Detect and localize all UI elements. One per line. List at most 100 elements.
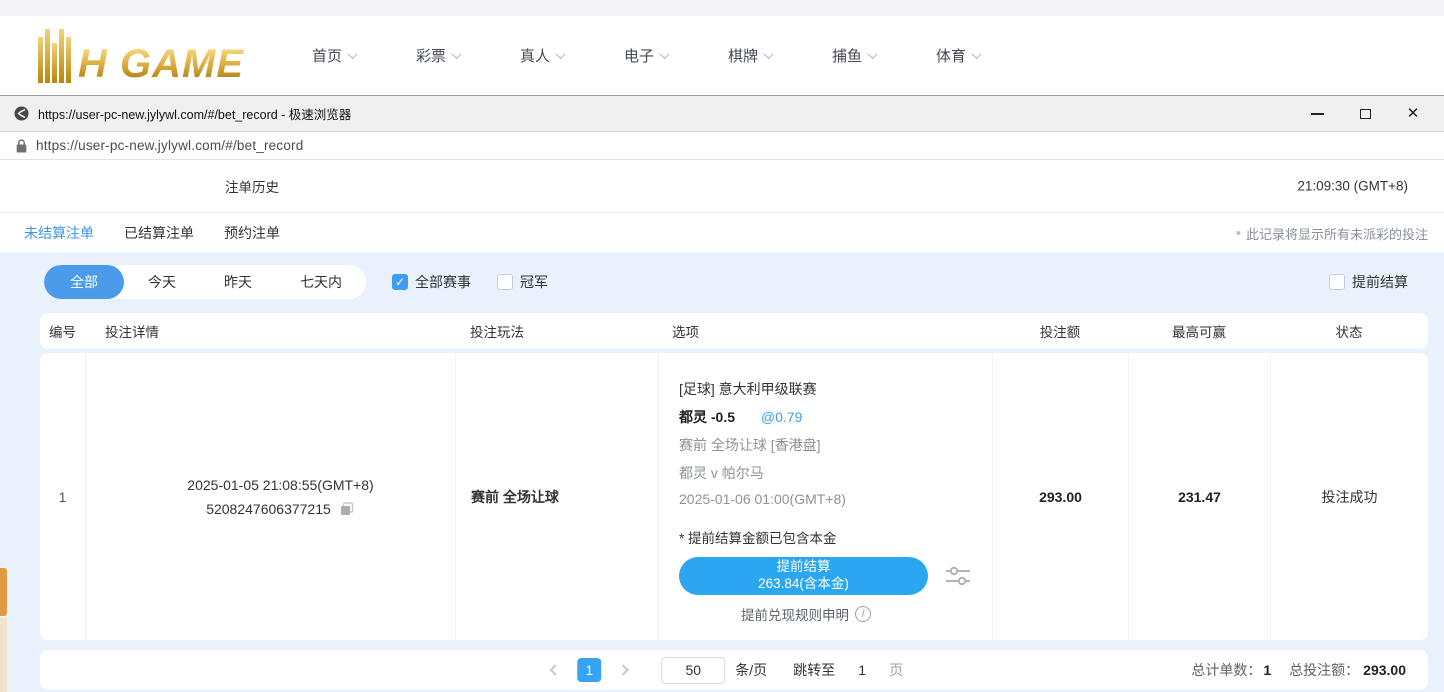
option-league: [足球] 意大利甲级联赛: [679, 379, 972, 399]
copy-icon[interactable]: [339, 501, 355, 517]
col-status: 状态: [1270, 313, 1428, 349]
nav-item-lottery[interactable]: 彩票: [416, 45, 520, 66]
lock-icon: [16, 139, 27, 153]
checkbox-champion[interactable]: 冠军: [497, 272, 548, 292]
chevron-down-icon: [348, 49, 358, 59]
window-title: https://user-pc-new.jylywl.com/#/bet_rec…: [38, 104, 351, 123]
date-filter-yesterday[interactable]: 昨天: [200, 265, 276, 299]
page-title: 注单历史: [225, 176, 279, 196]
maximize-button[interactable]: [1354, 103, 1376, 125]
checkbox-checked-icon: ✓: [392, 274, 408, 290]
checkbox-unchecked-icon: [1329, 274, 1345, 290]
content-area: 全部 今天 昨天 七天内 ✓ 全部赛事 冠军 提前结算: [0, 253, 1444, 692]
checkbox-early-settle[interactable]: 提前结算: [1329, 272, 1408, 292]
page-size-input[interactable]: [661, 657, 725, 684]
table-header: 编号 投注详情 投注玩法 选项 投注额 最高可赢 状态: [40, 313, 1428, 349]
info-icon[interactable]: i: [855, 606, 871, 622]
browser-window: https://user-pc-new.jylywl.com/#/bet_rec…: [0, 95, 1444, 692]
tab-settled[interactable]: 已结算注单: [124, 223, 194, 243]
nav-label: 捕鱼: [832, 45, 862, 66]
cashout-button-line2: 263.84(含本金): [758, 576, 849, 593]
jump-page-input[interactable]: [845, 657, 879, 683]
main-nav: 首页 彩票 真人 电子 棋牌 捕鱼 体育: [312, 45, 1040, 66]
floating-side-tab[interactable]: [0, 568, 7, 616]
browser-titlebar[interactable]: https://user-pc-new.jylywl.com/#/bet_rec…: [0, 96, 1444, 132]
chevron-down-icon: [764, 49, 774, 59]
nav-item-live[interactable]: 真人: [520, 45, 624, 66]
close-icon: ✕: [1407, 106, 1420, 121]
option-match-time: 2025-01-06 01:00(GMT+8): [679, 491, 972, 507]
chevron-down-icon: [556, 49, 566, 59]
logo-bars-icon: [38, 29, 71, 83]
top-strip: [0, 0, 1444, 16]
option-pick: 都灵 -0.5: [679, 409, 735, 425]
date-filter-7days[interactable]: 七天内: [276, 265, 366, 299]
date-filter-all[interactable]: 全部: [44, 265, 124, 299]
nav-item-sports[interactable]: 体育: [936, 45, 1040, 66]
cashout-button[interactable]: 提前结算 263.84(含本金): [679, 557, 928, 595]
option-odds[interactable]: @0.79: [761, 409, 802, 425]
row-bet-detail: 2025-01-05 21:08:55(GMT+8) 5208247606377…: [85, 353, 455, 640]
next-page-button[interactable]: [611, 658, 635, 682]
nav-label: 棋牌: [728, 45, 758, 66]
cashout-wrap: 提前结算 263.84(含本金): [679, 557, 972, 595]
nav-item-fishing[interactable]: 捕鱼: [832, 45, 936, 66]
option-market: 赛前 全场让球 [香港盘]: [679, 435, 972, 455]
total-stake: 总投注额：293.00: [1289, 660, 1406, 680]
cashout-slider-icon[interactable]: [944, 564, 972, 588]
minimize-button[interactable]: [1306, 103, 1328, 125]
nav-item-cards[interactable]: 棋牌: [728, 45, 832, 66]
tab-note: • 此记录将显示所有未派彩的投注: [1236, 224, 1428, 243]
row-status: 投注成功: [1270, 353, 1428, 640]
nav-label: 真人: [520, 45, 550, 66]
chevron-down-icon: [972, 49, 982, 59]
bullet-icon: •: [1236, 225, 1241, 242]
bet-time: 2025-01-05 21:08:55(GMT+8): [187, 477, 373, 493]
checkbox-label: 提前结算: [1352, 272, 1408, 292]
logo-text: H GAME: [78, 45, 244, 83]
checkbox-all-events[interactable]: ✓ 全部赛事: [392, 272, 471, 292]
browser-addressbar[interactable]: https://user-pc-new.jylywl.com/#/bet_rec…: [0, 132, 1444, 160]
date-filter-today[interactable]: 今天: [124, 265, 200, 299]
maximize-icon: [1360, 109, 1371, 119]
option-pick-line: 都灵 -0.5 @0.79: [679, 407, 972, 427]
site-logo[interactable]: H GAME: [38, 29, 244, 83]
tab-note-text: 此记录将显示所有未派彩的投注: [1246, 224, 1428, 243]
close-button[interactable]: ✕: [1402, 103, 1424, 125]
cashout-button-line1: 提前结算: [777, 559, 831, 576]
col-option: 选项: [658, 313, 992, 349]
nav-item-home[interactable]: 首页: [312, 45, 416, 66]
tab-reserved[interactable]: 预约注单: [224, 223, 280, 243]
prev-page-button[interactable]: [543, 658, 567, 682]
nav-item-slots[interactable]: 电子: [624, 45, 728, 66]
option-match: 都灵 v 帕尔马: [679, 463, 972, 483]
nav-label: 首页: [312, 45, 342, 66]
col-detail: 投注详情: [85, 313, 455, 349]
bet-record-page: 注单历史 21:09:30 (GMT+8) 未结算注单 已结算注单 预约注单 •…: [0, 160, 1444, 692]
cashout-rule-text: 提前兑现规则申明: [741, 604, 849, 624]
address-url[interactable]: https://user-pc-new.jylywl.com/#/bet_rec…: [36, 138, 303, 153]
col-stake: 投注额: [992, 313, 1128, 349]
total-count: 总计单数：1: [1191, 660, 1271, 680]
browser-globe-icon: [14, 106, 29, 121]
bet-id: 5208247606377215: [206, 501, 331, 517]
server-clock: 21:09:30 (GMT+8): [1297, 179, 1408, 194]
chevron-down-icon: [452, 49, 462, 59]
col-no: 编号: [40, 313, 85, 349]
window-controls: ✕: [1306, 103, 1430, 125]
cashout-rule-link[interactable]: 提前兑现规则申明 i: [679, 604, 933, 624]
floating-side-tab-lower[interactable]: [0, 618, 7, 692]
page-unit-label: 页: [889, 660, 903, 680]
date-filter-group: 全部 今天 昨天 七天内: [44, 265, 366, 299]
pager-group: 1 条/页 跳转至 页: [543, 657, 903, 684]
pagination-bar: 1 条/页 跳转至 页 总计单数：1 总投注额：293.00: [40, 650, 1428, 690]
row-no: 1: [40, 353, 85, 640]
chevron-down-icon: [660, 49, 670, 59]
nav-label: 彩票: [416, 45, 446, 66]
tab-unsettled[interactable]: 未结算注单: [24, 223, 94, 243]
page-number-button[interactable]: 1: [577, 658, 601, 682]
nav-label: 电子: [624, 45, 654, 66]
jump-to-label: 跳转至: [793, 660, 835, 680]
filter-row: 全部 今天 昨天 七天内 ✓ 全部赛事 冠军 提前结算: [44, 265, 1408, 299]
checkbox-label: 冠军: [520, 272, 548, 292]
